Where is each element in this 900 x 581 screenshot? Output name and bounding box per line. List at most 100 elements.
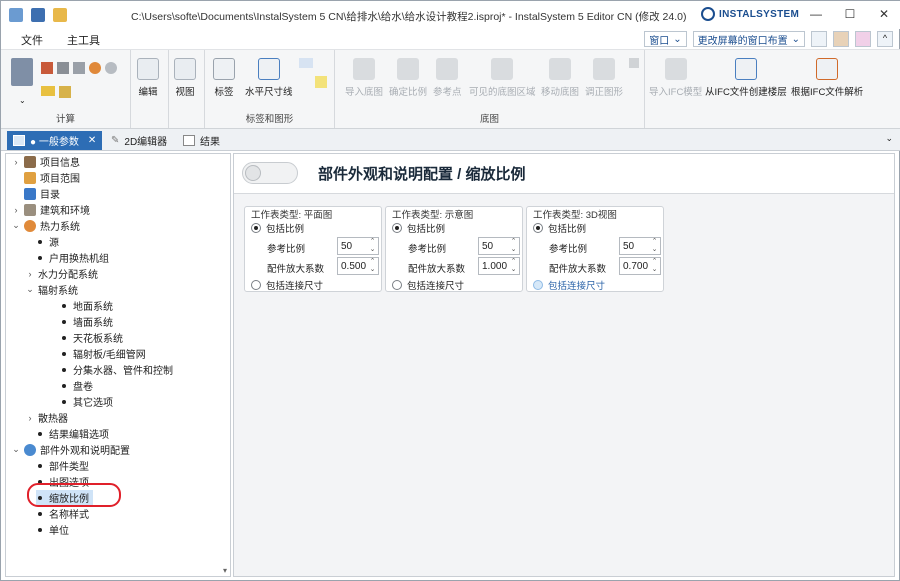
tool-icon-7[interactable]	[59, 86, 71, 98]
factor-input[interactable]: 0.500 ⌃ ⌄	[337, 257, 379, 275]
spinner-arrows-icon[interactable]: ⌃ ⌄	[368, 258, 377, 274]
collapse-ribbon-icon[interactable]: ^	[877, 31, 893, 47]
include-dims-radio[interactable]: 包括连接尺寸	[251, 278, 323, 292]
calculator-icon[interactable]	[11, 58, 33, 86]
tree-item-label: 热力系统	[40, 222, 80, 233]
scroll-down-icon[interactable]: ▾	[220, 566, 230, 576]
expand-arrow-icon[interactable]: ›	[26, 269, 34, 279]
tree-item-appearance-config[interactable]: ⌄ 部件外观和说明配置	[12, 442, 130, 457]
crosshair-icon	[436, 58, 459, 80]
factor-input[interactable]: 0.700 ⌃ ⌄	[619, 257, 661, 275]
minimize-button[interactable]: —	[799, 1, 833, 27]
spinner-arrows-icon[interactable]: ⌃ ⌄	[650, 238, 659, 254]
cube-icon[interactable]	[855, 31, 871, 47]
note-icon[interactable]	[315, 76, 327, 88]
spinner-arrows-icon[interactable]: ⌃ ⌄	[650, 258, 659, 274]
tool-icon-4[interactable]	[89, 62, 101, 74]
radio-label: 包括连接尺寸	[548, 281, 606, 292]
tool-icon-2[interactable]	[57, 62, 69, 74]
tree-item-name-style[interactable]: 名称样式	[36, 506, 89, 521]
tree-item-radiant-system[interactable]: ⌄ 辐射系统	[26, 282, 78, 297]
cup-icon[interactable]	[833, 31, 849, 47]
collapse-arrow-icon[interactable]: ⌄	[12, 220, 20, 231]
tree-item-manifolds-fittings[interactable]: 分集水器、管件和控制	[60, 362, 173, 377]
adjust-graphic-button[interactable]: 调正图形	[585, 58, 623, 98]
tree-item-units[interactable]: 单位	[36, 522, 69, 537]
tree-item-project-info[interactable]: › 项目信息	[12, 154, 80, 169]
tree-item-building-environment[interactable]: › 建筑和环境	[12, 202, 90, 217]
tool-icon-6[interactable]	[41, 86, 55, 96]
include-scale-radio[interactable]: 包括比例	[392, 221, 445, 235]
back-arrow-icon[interactable]	[245, 165, 261, 181]
close-button[interactable]: ✕	[867, 1, 900, 27]
expand-arrow-icon[interactable]: ›	[12, 205, 20, 215]
spinner-arrows-icon[interactable]: ⌃ ⌄	[368, 238, 377, 254]
visible-area-button[interactable]: 可见的底图区域	[469, 58, 536, 98]
tree-item-wall-system[interactable]: 墙面系统	[60, 314, 113, 329]
tree-item-component-types[interactable]: 部件类型	[36, 458, 89, 473]
horizontal-dimension-button[interactable]: 水平尺寸线	[245, 58, 293, 98]
expand-arrow-icon[interactable]: ›	[12, 157, 20, 167]
include-scale-radio[interactable]: 包括比例	[533, 221, 586, 235]
tool-icon-1[interactable]	[41, 62, 53, 74]
maximize-button[interactable]: ☐	[833, 1, 867, 27]
application-window: C:\Users\softe\Documents\InstalSystem 5 …	[0, 0, 900, 581]
tree-item-source[interactable]: 源	[36, 234, 59, 249]
small-tool-icon[interactable]	[629, 58, 639, 68]
tree-item-other-options[interactable]: 其它选项	[60, 394, 113, 409]
include-dims-radio[interactable]: 包括连接尺寸	[392, 278, 464, 292]
bullet-icon	[38, 239, 42, 244]
open-folder-icon[interactable]	[53, 8, 67, 22]
tab-2d-editor[interactable]: ✎ 2D编辑器	[105, 131, 173, 150]
tree-item-floor-system[interactable]: 地面系统	[60, 298, 113, 313]
close-tab-icon[interactable]: ✕	[88, 135, 96, 146]
chevron-down-icon[interactable]: ⌄	[19, 96, 26, 105]
tree-item-project-scope[interactable]: 项目范围	[12, 170, 80, 185]
include-scale-radio[interactable]: 包括比例	[251, 221, 304, 235]
collapse-arrow-icon[interactable]: ⌄	[26, 284, 34, 295]
ribbon: ⌄ 计算 编辑 视图 标签 水平尺寸线 标签和图形 导入底图 确定比例 参考点 …	[1, 49, 900, 129]
tree-item-ceiling-system[interactable]: 天花板系统	[60, 330, 123, 345]
tree-item-household-exchanger[interactable]: 户用换热机组	[36, 250, 109, 265]
factor-input[interactable]: 1.000 ⌃ ⌄	[478, 257, 520, 275]
spinner-arrows-icon[interactable]: ⌃ ⌄	[509, 258, 518, 274]
ref-scale-input[interactable]: 50 ⌃ ⌄	[478, 237, 520, 255]
text-style-icon[interactable]	[299, 58, 313, 68]
include-dims-radio[interactable]: 包括连接尺寸	[533, 278, 605, 292]
menu-file[interactable]: 文件	[21, 32, 43, 48]
spinner-arrows-icon[interactable]: ⌃ ⌄	[509, 238, 518, 254]
ref-scale-input[interactable]: 50 ⌃ ⌄	[619, 237, 661, 255]
back-forward-button[interactable]	[242, 162, 298, 184]
tree-item-thermal-system[interactable]: ⌄ 热力系统	[12, 218, 80, 233]
collapse-arrow-icon[interactable]: ⌄	[12, 444, 20, 455]
tree-item-contents[interactable]: 目录	[12, 186, 60, 201]
import-ifc-button[interactable]: 导入IFC模型	[649, 58, 702, 98]
tree-item-coils[interactable]: 盘卷	[60, 378, 93, 393]
tool-icon-5[interactable]	[105, 62, 117, 74]
tree-item-radiant-panels[interactable]: 辐射板/毛细管网	[60, 346, 146, 361]
tool-icon-3[interactable]	[73, 62, 85, 74]
move-base-button[interactable]: 移动底图	[541, 58, 579, 98]
ifc-create-floors-button[interactable]: 从IFC文件创建楼层	[705, 58, 787, 98]
tree-item-result-edit-options[interactable]: 结果编辑选项	[36, 426, 109, 441]
move-base-label: 移动底图	[541, 87, 580, 98]
tree-item-hydraulic-distribution[interactable]: › 水力分配系统	[26, 266, 99, 282]
tab-list-chevron-icon[interactable]: ⌄	[885, 133, 893, 144]
view-button[interactable]: 视图	[174, 58, 196, 98]
save-icon[interactable]	[31, 8, 45, 22]
edit-button[interactable]: 编辑	[137, 58, 159, 98]
expand-arrow-icon[interactable]: ›	[26, 413, 34, 423]
window-dropdown[interactable]: 窗口 ⌄	[644, 31, 687, 47]
monitor-icon[interactable]	[811, 31, 827, 47]
tab-general-params[interactable]: ● 一般参数 ✕	[7, 131, 103, 150]
tab-results[interactable]: 结果	[177, 131, 226, 150]
ref-scale-input[interactable]: 50 ⌃ ⌄	[337, 237, 379, 255]
tree-item-radiators[interactable]: › 散热器	[26, 410, 69, 426]
reference-point-button[interactable]: 参考点	[433, 58, 462, 98]
layout-dropdown[interactable]: 更改屏幕的窗口布置 ⌄	[692, 31, 805, 47]
radio-unselected-icon	[251, 280, 261, 290]
label-button[interactable]: 标签	[213, 58, 235, 98]
import-base-button[interactable]: 导入底图	[345, 58, 383, 98]
ifc-parse-button[interactable]: 根据IFC文件解析	[791, 58, 863, 98]
set-scale-button[interactable]: 确定比例	[389, 58, 427, 98]
